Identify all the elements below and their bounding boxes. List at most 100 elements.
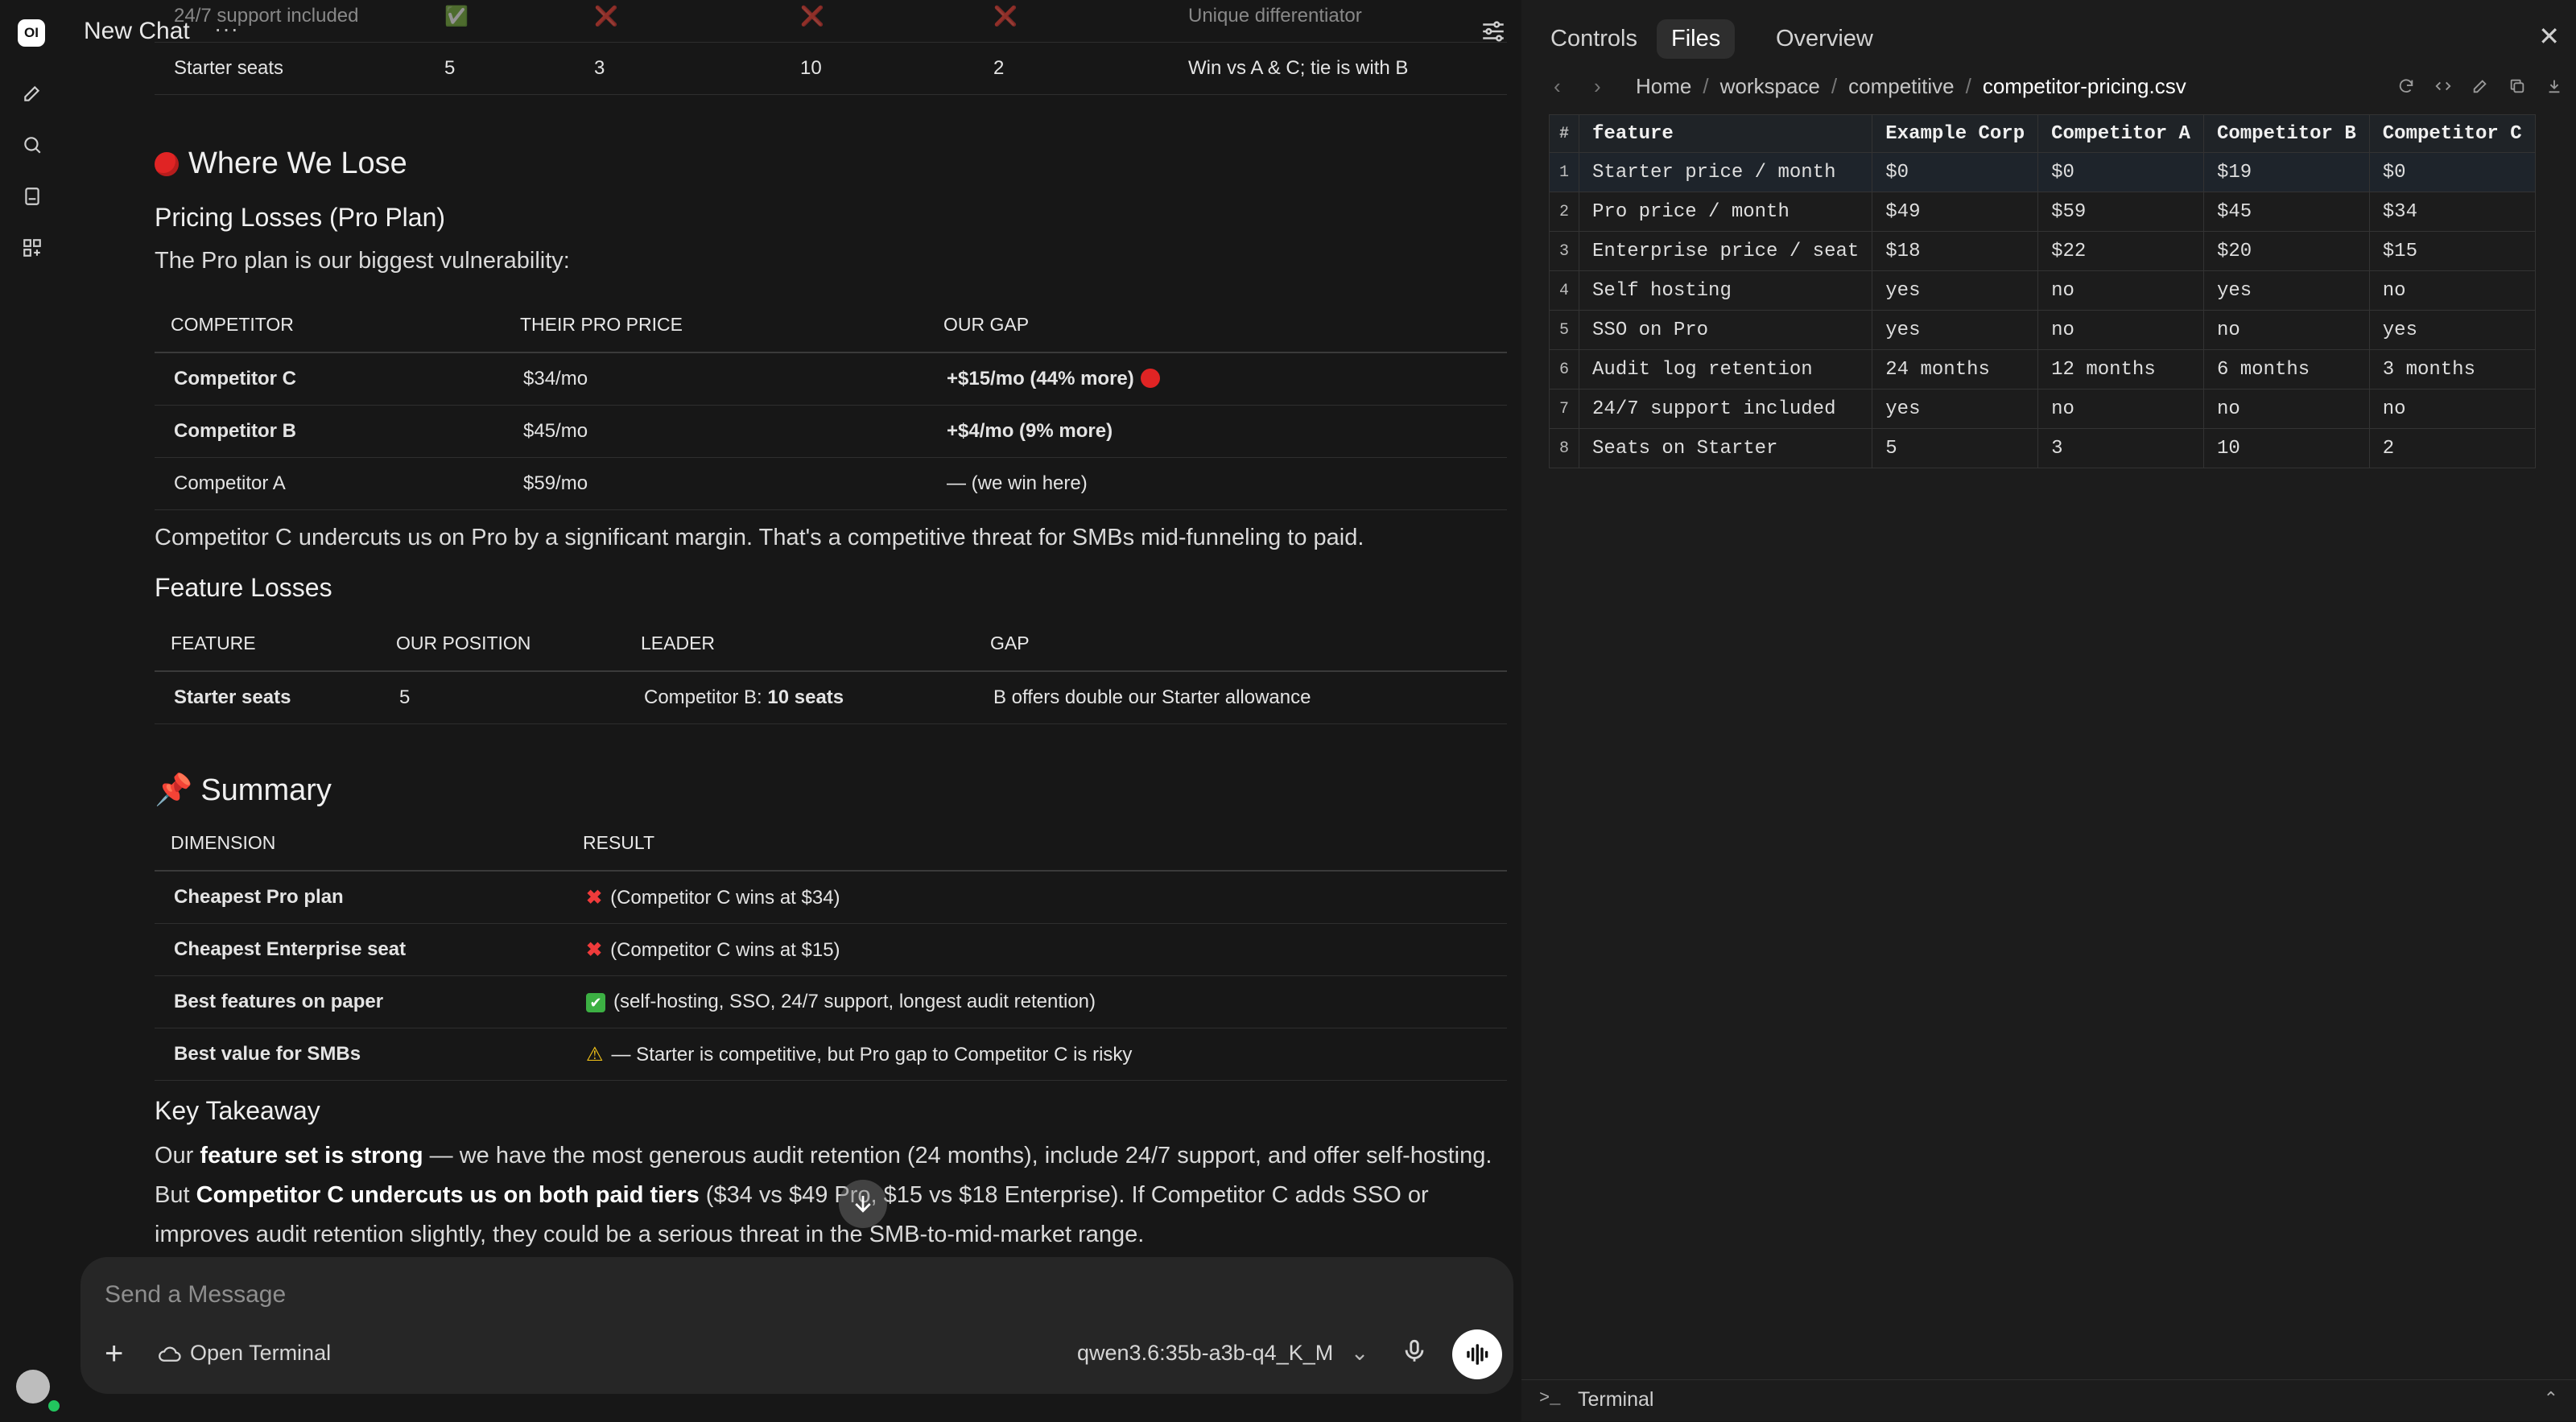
csv-cell[interactable]: $19 bbox=[2202, 152, 2370, 192]
column-header[interactable]: Example Corp bbox=[1872, 114, 2039, 153]
breadcrumb-competitive[interactable]: competitive bbox=[1848, 74, 1955, 99]
column-header: Gap bbox=[974, 618, 1507, 672]
csv-cell[interactable]: $22 bbox=[2037, 231, 2204, 271]
csv-cell[interactable]: 3 months bbox=[2368, 349, 2536, 390]
new-chat-icon[interactable] bbox=[18, 79, 47, 108]
pushpin-icon: 📌 bbox=[155, 773, 193, 807]
microphone-icon[interactable] bbox=[1401, 1338, 1433, 1370]
column-header[interactable]: Competitor B bbox=[2202, 114, 2370, 153]
csv-row[interactable]: 7 24/7 support included yes no no no bbox=[1548, 389, 2536, 429]
voice-mode-button[interactable] bbox=[1452, 1329, 1502, 1379]
csv-row[interactable]: 5 SSO on Pro yes no no yes bbox=[1548, 310, 2536, 350]
csv-cell[interactable]: no bbox=[2037, 270, 2204, 311]
user-avatar[interactable] bbox=[16, 1370, 50, 1403]
csv-cell[interactable]: 24 months bbox=[1872, 349, 2039, 390]
row-number[interactable]: 8 bbox=[1548, 428, 1580, 468]
breadcrumb-workspace[interactable]: workspace bbox=[1720, 74, 1820, 99]
message-input[interactable]: Send a Message bbox=[105, 1281, 286, 1309]
csv-cell[interactable]: $45 bbox=[2202, 192, 2370, 232]
csv-cell[interactable]: Enterprise price / seat bbox=[1579, 231, 1873, 271]
open-terminal-button[interactable]: Open Terminal bbox=[158, 1341, 331, 1366]
breadcrumb-home[interactable]: Home bbox=[1636, 74, 1691, 99]
summary-table: Dimension Result Cheapest Pro plan ✖ (Com… bbox=[155, 818, 1507, 1081]
edit-icon[interactable] bbox=[2471, 76, 2489, 93]
csv-row[interactable]: 3 Enterprise price / seat $18 $22 $20 $15 bbox=[1548, 231, 2536, 271]
more-options-icon[interactable]: ··· bbox=[214, 16, 239, 42]
app-logo[interactable]: OI bbox=[18, 19, 45, 47]
csv-cell[interactable]: yes bbox=[2202, 270, 2370, 311]
csv-cell[interactable]: yes bbox=[1872, 270, 2039, 311]
tab-files[interactable]: Files bbox=[1657, 19, 1736, 59]
csv-cell[interactable]: no bbox=[2202, 310, 2370, 350]
csv-cell[interactable]: yes bbox=[1872, 389, 2039, 429]
csv-cell[interactable]: yes bbox=[2368, 310, 2536, 350]
csv-cell[interactable]: $34 bbox=[2368, 192, 2536, 232]
tab-overview[interactable]: Overview bbox=[1761, 19, 1888, 59]
csv-cell[interactable]: Starter price / month bbox=[1579, 152, 1873, 192]
row-number[interactable]: 1 bbox=[1548, 152, 1580, 192]
search-icon[interactable] bbox=[18, 130, 47, 159]
csv-cell[interactable]: 24/7 support included bbox=[1579, 389, 1873, 429]
csv-cell[interactable]: 12 months bbox=[2037, 349, 2204, 390]
csv-cell[interactable]: yes bbox=[1872, 310, 2039, 350]
csv-row[interactable]: 2 Pro price / month $49 $59 $45 $34 bbox=[1548, 192, 2536, 232]
csv-cell[interactable]: $0 bbox=[2368, 152, 2536, 192]
row-number[interactable]: 2 bbox=[1548, 192, 1580, 232]
forward-icon[interactable]: › bbox=[1594, 74, 1601, 99]
notes-icon[interactable] bbox=[18, 182, 47, 211]
csv-cell[interactable]: no bbox=[2202, 389, 2370, 429]
chat-title[interactable]: New Chat bbox=[84, 18, 190, 45]
csv-cell[interactable]: 3 bbox=[2037, 428, 2204, 468]
csv-cell[interactable]: no bbox=[2037, 310, 2204, 350]
csv-cell[interactable]: $20 bbox=[2202, 231, 2370, 271]
csv-cell[interactable]: no bbox=[2368, 389, 2536, 429]
csv-cell[interactable]: Self hosting bbox=[1579, 270, 1873, 311]
table-cell: ✔ (self-hosting, SSO, 24/7 support, longe… bbox=[567, 975, 1507, 1028]
chevron-up-icon[interactable]: ⌃ bbox=[2544, 1388, 2558, 1409]
check-icon: ✔ bbox=[586, 993, 605, 1012]
table-cell: +$15/mo (44% more) bbox=[927, 352, 1507, 406]
csv-row[interactable]: 8 Seats on Starter 5 3 10 2 bbox=[1548, 428, 2536, 468]
csv-row[interactable]: 1 Starter price / month $0 $0 $19 $0 bbox=[1548, 152, 2536, 192]
csv-cell[interactable]: 5 bbox=[1872, 428, 2039, 468]
row-number[interactable]: 5 bbox=[1548, 310, 1580, 350]
column-header[interactable]: Competitor A bbox=[2037, 114, 2204, 153]
csv-cell[interactable]: no bbox=[2368, 270, 2536, 311]
csv-cell[interactable]: $15 bbox=[2368, 231, 2536, 271]
model-selector[interactable]: qwen3.6:35b-a3b-q4_K_M ⌄ bbox=[1077, 1341, 1368, 1366]
csv-cell[interactable]: Pro price / month bbox=[1579, 192, 1873, 232]
refresh-icon[interactable] bbox=[2397, 76, 2415, 93]
csv-cell[interactable]: $59 bbox=[2037, 192, 2204, 232]
column-header[interactable]: Competitor C bbox=[2368, 114, 2536, 153]
controls-icon[interactable] bbox=[1480, 18, 1509, 47]
row-number[interactable]: 6 bbox=[1548, 349, 1580, 390]
csv-cell[interactable]: $0 bbox=[2037, 152, 2204, 192]
row-number[interactable]: 4 bbox=[1548, 270, 1580, 311]
csv-cell[interactable]: Audit log retention bbox=[1579, 349, 1873, 390]
copy-icon[interactable] bbox=[2508, 76, 2526, 93]
csv-row[interactable]: 6 Audit log retention 24 months 12 months 6 … bbox=[1548, 349, 2536, 390]
csv-cell[interactable]: 2 bbox=[2368, 428, 2536, 468]
row-number[interactable]: 7 bbox=[1548, 389, 1580, 429]
download-icon[interactable] bbox=[2545, 76, 2563, 93]
csv-cell[interactable]: $18 bbox=[1872, 231, 2039, 271]
terminal-bar[interactable]: >_ Terminal ⌃ bbox=[1521, 1379, 2576, 1422]
csv-cell[interactable]: $49 bbox=[1872, 192, 2039, 232]
add-attachment-icon[interactable]: + bbox=[105, 1338, 123, 1370]
csv-cell[interactable]: SSO on Pro bbox=[1579, 310, 1873, 350]
csv-row[interactable]: 4 Self hosting yes no yes no bbox=[1548, 270, 2536, 311]
close-icon[interactable]: ✕ bbox=[2538, 21, 2560, 52]
column-header[interactable]: feature bbox=[1579, 114, 1873, 153]
csv-cell[interactable]: 10 bbox=[2202, 428, 2370, 468]
back-icon[interactable]: ‹ bbox=[1554, 74, 1561, 99]
tab-controls[interactable]: Controls bbox=[1536, 19, 1652, 59]
scroll-down-button[interactable] bbox=[839, 1180, 887, 1228]
csv-cell[interactable]: 6 months bbox=[2202, 349, 2370, 390]
csv-cell[interactable]: $0 bbox=[1872, 152, 2039, 192]
workspace-icon[interactable] bbox=[18, 233, 47, 262]
code-view-icon[interactable] bbox=[2434, 76, 2452, 93]
csv-cell[interactable]: no bbox=[2037, 389, 2204, 429]
csv-cell[interactable]: Seats on Starter bbox=[1579, 428, 1873, 468]
pricing-note: Competitor C undercuts us on Pro by a si… bbox=[155, 525, 1364, 550]
row-number[interactable]: 3 bbox=[1548, 231, 1580, 271]
